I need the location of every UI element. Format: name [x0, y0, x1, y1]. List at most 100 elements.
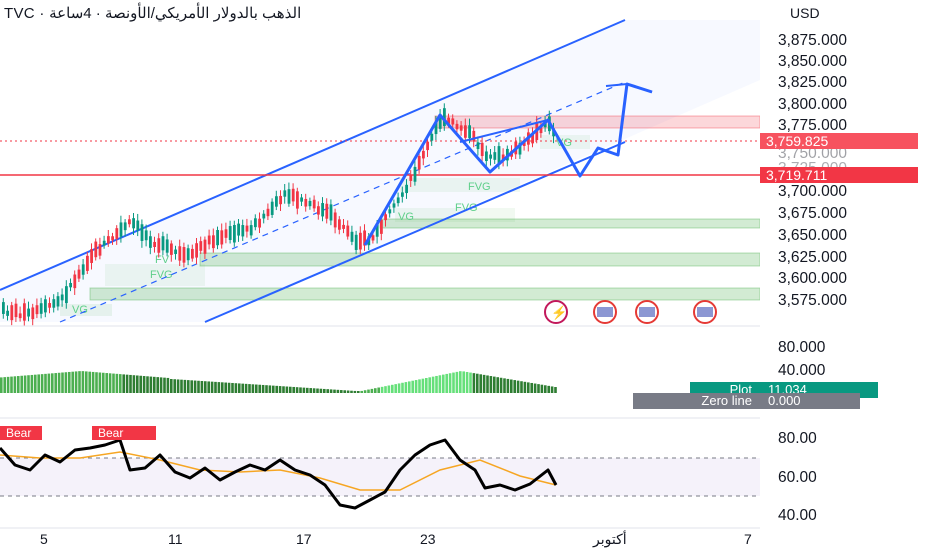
candle [480, 142, 484, 157]
candle [291, 188, 295, 202]
histogram-bar [234, 383, 238, 393]
candle [153, 241, 156, 248]
histogram-bar [37, 374, 40, 393]
price-chart[interactable]: VG FVG FV FVG VG FVG VG ⚡ [0, 0, 760, 550]
price-tick: 3,575.000 [778, 292, 847, 309]
histogram-bar [248, 384, 251, 393]
candle [161, 236, 165, 251]
candle [308, 200, 312, 207]
oscillator-histogram [0, 371, 557, 393]
histogram-bar [408, 381, 411, 393]
histogram-bar [431, 376, 435, 393]
time-tick: 11 [168, 531, 183, 547]
price-tick: 3,875.000 [778, 32, 847, 49]
candle [333, 212, 337, 228]
histogram-bar [258, 384, 261, 393]
bear-label: Bear [0, 426, 42, 440]
histogram-bar [527, 382, 530, 393]
candle [149, 236, 152, 248]
candle [220, 230, 224, 245]
candle [178, 246, 182, 261]
candle [258, 218, 261, 228]
candle [39, 303, 43, 314]
histogram-bar [214, 381, 217, 393]
histogram-bar [404, 382, 408, 393]
candle [128, 219, 131, 225]
candle [174, 249, 177, 255]
currency-label[interactable]: USD [790, 5, 820, 21]
histogram-bar [533, 383, 537, 393]
histogram-bar [224, 382, 227, 393]
candle [266, 208, 270, 217]
histogram-bar [57, 372, 61, 393]
candle [262, 213, 266, 219]
event-icons: ⚡ [544, 300, 717, 324]
histogram-bar [370, 388, 374, 393]
rsi-tick: 40.00 [778, 507, 817, 524]
histogram-bar [397, 383, 401, 393]
histogram-bar [272, 385, 275, 393]
histogram-bar [312, 388, 316, 393]
histogram-bar [326, 389, 329, 393]
candle [140, 224, 144, 241]
histogram-bar [115, 373, 119, 393]
histogram-bar [360, 390, 363, 393]
candle [228, 226, 232, 240]
candle [35, 305, 39, 315]
candle [31, 307, 35, 320]
histogram-bar [91, 371, 95, 393]
histogram-bar [40, 374, 44, 393]
histogram-bar [136, 375, 139, 393]
histogram-bar [193, 380, 197, 393]
candle [132, 218, 135, 229]
candle [342, 224, 345, 229]
price-tick: 3,675.000 [778, 205, 847, 222]
histogram-bar [421, 378, 425, 393]
histogram-bar [377, 387, 380, 393]
candle [384, 214, 387, 221]
histogram-bar [17, 376, 20, 393]
level-price-label: 3,719.711 [760, 167, 918, 183]
candle [279, 195, 282, 205]
candle [44, 299, 47, 313]
histogram-bar [455, 371, 459, 393]
histogram-bar [241, 383, 244, 393]
histogram-bar [387, 385, 391, 393]
histogram-bar [20, 375, 23, 393]
candle [107, 236, 110, 244]
histogram-bar [13, 376, 17, 393]
histogram-bar [180, 379, 183, 393]
histogram-bar [44, 373, 47, 393]
histogram-bar [10, 376, 13, 393]
histogram-bar [510, 379, 513, 393]
histogram-bar [550, 386, 554, 393]
histogram-bar [554, 387, 557, 393]
histogram-bar [153, 376, 156, 393]
histogram-bar [30, 374, 34, 393]
histogram-bar [149, 376, 153, 393]
candle [157, 238, 161, 253]
histogram-bar [285, 386, 289, 393]
candle [65, 286, 68, 304]
histogram-bar [299, 387, 302, 393]
fvg-label: FVG [455, 202, 478, 214]
fvg-box [400, 178, 520, 192]
histogram-bar [3, 377, 6, 393]
histogram-bar [418, 379, 421, 393]
histogram-bar [469, 372, 472, 393]
price-tick: 3,600.000 [778, 270, 847, 287]
candle [233, 225, 236, 243]
histogram-bar [112, 373, 115, 393]
candle [380, 219, 383, 234]
histogram-bar [353, 390, 357, 393]
histogram-bar [414, 380, 418, 393]
time-tick: 7 [744, 531, 752, 547]
histogram-bar [506, 378, 510, 393]
histogram-bar [170, 379, 173, 393]
histogram-bar [105, 373, 108, 393]
histogram-bar [204, 381, 207, 393]
candle [115, 228, 119, 239]
histogram-bar [231, 382, 234, 393]
histogram-bar [132, 375, 136, 393]
candle [73, 274, 77, 289]
